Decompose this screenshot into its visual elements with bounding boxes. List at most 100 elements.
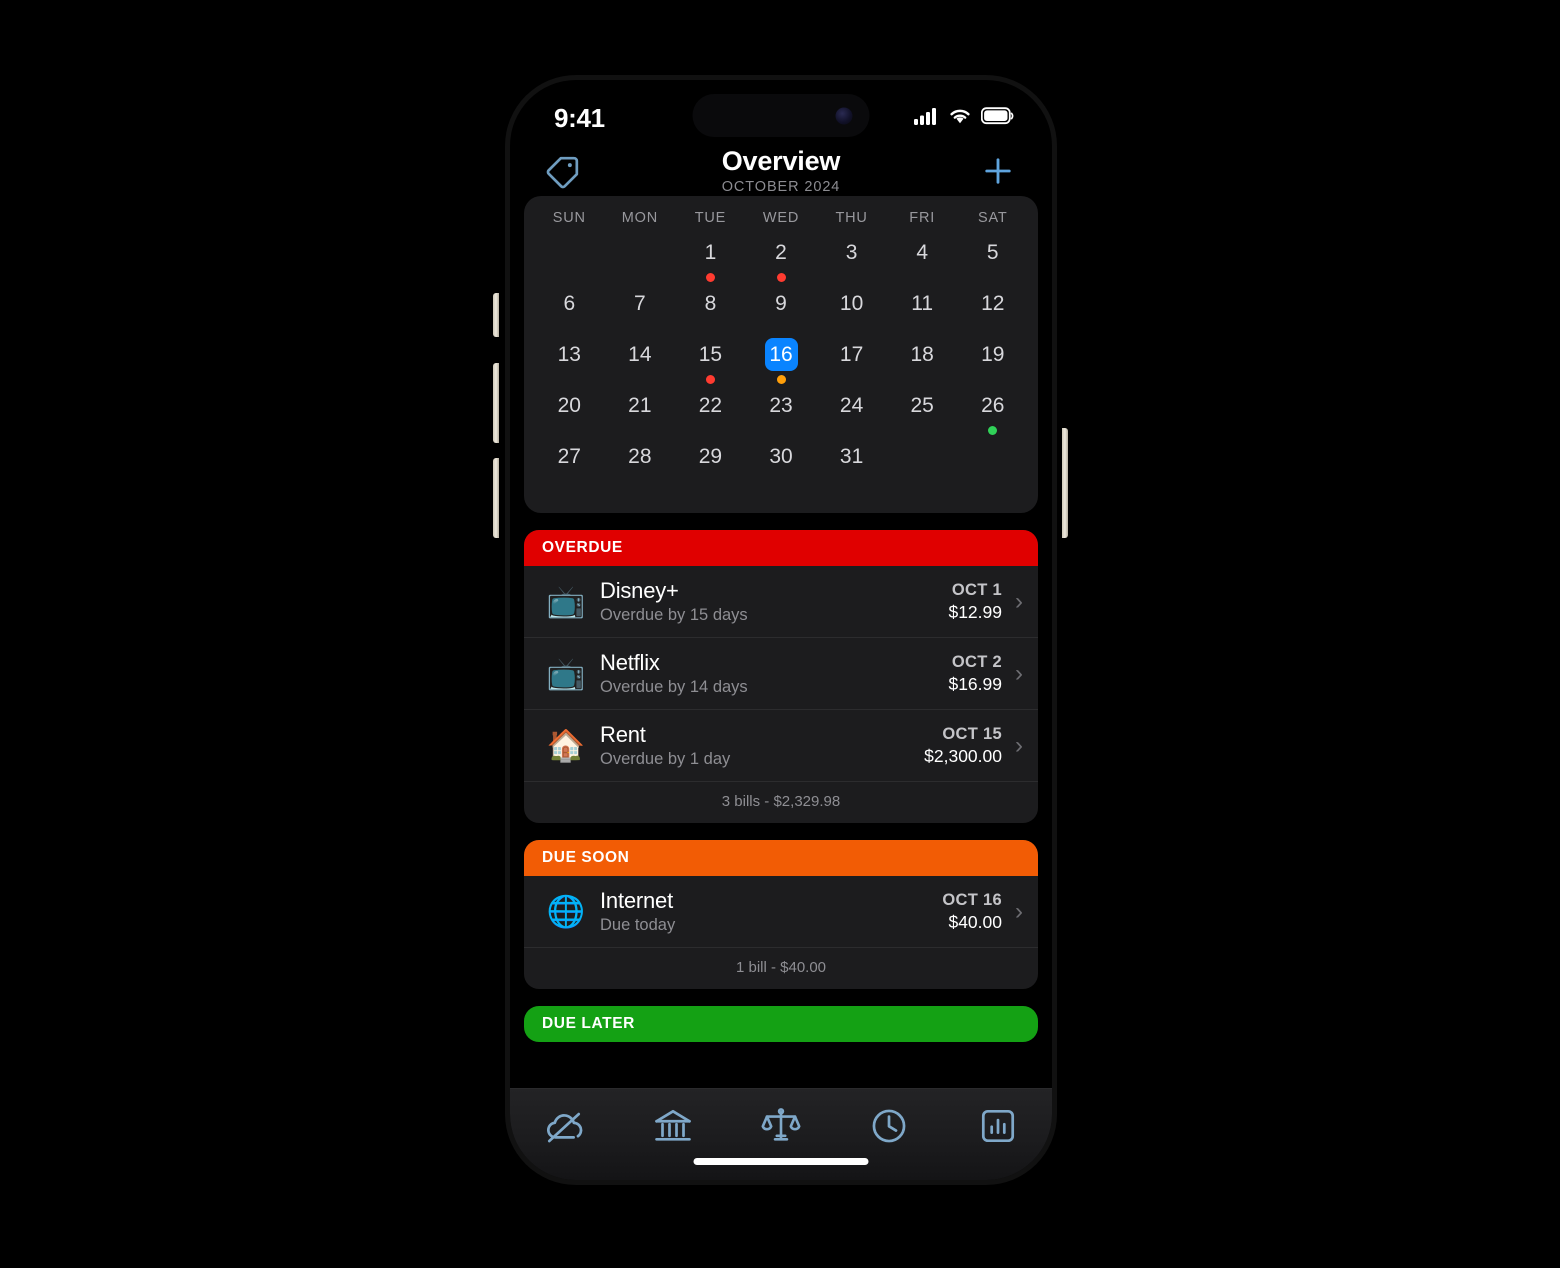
section-card: DUE SOON 🌐 Internet Due today OCT 16 $40.00 › 1…: [524, 840, 1038, 989]
tab-bank[interactable]: [630, 1105, 716, 1152]
calendar-day-5[interactable]: 5: [957, 236, 1028, 287]
section-summary: 1 bill - $40.00: [735, 959, 827, 976]
calendar-day-23[interactable]: 23: [746, 389, 817, 440]
bill-row[interactable]: 🌐 Internet Due today OCT 16 $40.00 ›: [524, 876, 1038, 948]
calendar-day-2[interactable]: 2: [746, 236, 817, 287]
calendar-day-20[interactable]: 20: [534, 389, 605, 440]
calendar-day-11[interactable]: 11: [887, 287, 958, 338]
chevron-right-icon: ›: [1015, 731, 1023, 759]
calendar-day-number: [623, 236, 656, 269]
home-indicator[interactable]: [693, 1158, 869, 1165]
calendar-day-18[interactable]: 18: [887, 338, 958, 389]
bill-row[interactable]: 📺 Netflix Overdue by 14 days OCT 2 $16.99 ›: [524, 638, 1038, 710]
calendar-day-8[interactable]: 8: [675, 287, 746, 338]
calendar-week-row: 13 14 15 16 17 18 19: [534, 338, 1028, 389]
calendar-card[interactable]: SUN MON TUE WED THU FRI SAT 1 2 3 4 5 6 7 8 9 10 1…: [524, 196, 1038, 513]
calendar-day-29[interactable]: 29: [675, 440, 746, 491]
calendar-day-15[interactable]: 15: [675, 338, 746, 389]
calendar-day-number: 15: [698, 343, 723, 366]
calendar-day-number: 29: [698, 445, 723, 468]
calendar-day-4[interactable]: 4: [887, 236, 958, 287]
calendar-day-number: [976, 440, 1009, 473]
section-header: DUE SOON: [524, 840, 1038, 876]
calendar-day-number: 28: [628, 445, 652, 468]
television-icon: 📺: [546, 584, 586, 619]
nav-title-block: Overview OCTOBER 2024: [590, 145, 972, 196]
calendar-day-13[interactable]: 13: [534, 338, 605, 389]
bill-status-text: Overdue by 15 days: [600, 606, 748, 624]
page-title: Overview: [721, 145, 841, 176]
wifi-icon: [948, 107, 972, 130]
bill-due-info: OCT 15 $2,300.00: [924, 725, 1002, 767]
tab-clock[interactable]: [846, 1105, 932, 1152]
calendar-day-30[interactable]: 30: [746, 440, 817, 491]
phone-screen: 9:41 Overview OCTOBER 2024 SUN MON TUE W…: [510, 80, 1052, 1180]
screenshot-canvas: 9:41 Overview OCTOBER 2024 SUN MON TUE W…: [0, 0, 1560, 1268]
scroll-content[interactable]: SUN MON TUE WED THU FRI SAT 1 2 3 4 5 6 7 8 9 10 1…: [510, 196, 1052, 1088]
section-card: OVERDUE 📺 Disney+ Overdue by 15 days OCT 1 $1…: [524, 530, 1038, 823]
bill-row[interactable]: 📺 Disney+ Overdue by 15 days OCT 1 $12.99 ›: [524, 566, 1038, 638]
calendar-day-26[interactable]: 26: [957, 389, 1028, 440]
calendar-day-24[interactable]: 24: [816, 389, 887, 440]
calendar-day-number: 14: [628, 343, 652, 366]
calendar-day-number: 6: [563, 292, 576, 315]
calendar-event-dot-green: [988, 426, 998, 435]
calendar-day-number: 12: [981, 292, 1005, 315]
calendar-day-number: 4: [916, 241, 929, 264]
bill-due-info: OCT 2 $16.99: [948, 653, 1002, 695]
calendar-day-21[interactable]: 21: [605, 389, 676, 440]
chevron-right-icon: ›: [1015, 897, 1023, 925]
calendar-event-dot-orange: [776, 375, 786, 384]
calendar-day-9[interactable]: 9: [746, 287, 817, 338]
tab-chart[interactable]: [955, 1105, 1041, 1152]
calendar-day-25[interactable]: 25: [887, 389, 958, 440]
chevron-right-icon: ›: [1015, 587, 1023, 615]
calendar-day-number: 13: [557, 343, 581, 366]
calendar-day-22[interactable]: 22: [675, 389, 746, 440]
calendar-day-number: 2: [775, 241, 787, 264]
weekday-label: WED: [762, 210, 800, 226]
calendar-day-number: 10: [839, 292, 864, 315]
calendar-day-6[interactable]: 6: [534, 287, 605, 338]
calendar-day-12[interactable]: 12: [957, 287, 1028, 338]
calendar-day-1[interactable]: 1: [675, 236, 746, 287]
page-subtitle: OCTOBER 2024: [721, 179, 841, 196]
television-icon: 📺: [546, 656, 586, 691]
weekday-label: THU: [835, 210, 868, 226]
calendar-day-number: 19: [981, 343, 1005, 366]
calendar-day-27[interactable]: 27: [534, 440, 605, 491]
calendar-weekday-header: SUN MON TUE WED THU FRI SAT: [534, 210, 1028, 236]
tab-scales[interactable]: [738, 1105, 824, 1152]
bill-due-info: OCT 16 $40.00: [942, 891, 1002, 933]
calendar-day-17[interactable]: 17: [816, 338, 887, 389]
calendar-day-7[interactable]: 7: [605, 287, 676, 338]
calendar-day-10[interactable]: 10: [816, 287, 887, 338]
bill-info: Rent Overdue by 1 day: [600, 722, 924, 769]
tab-cloud-slash[interactable]: [521, 1105, 607, 1152]
calendar-day-31[interactable]: 31: [816, 440, 887, 491]
calendar-day-28[interactable]: 28: [605, 440, 676, 491]
calendar-grid: 1 2 3 4 5 6 7 8 9 10 11 12 13 14 15 16 17 18 19 20 21 22 23 24 2…: [534, 236, 1028, 491]
calendar-week-row: 27 28 29 30 31: [534, 440, 1028, 491]
bill-due-date: OCT 2: [951, 652, 1002, 671]
clock-icon: [868, 1105, 910, 1152]
weekday-label: SUN: [552, 210, 586, 226]
calendar-week-row: 6 7 8 9 10 11 12: [534, 287, 1028, 338]
calendar-day-number: 21: [628, 394, 652, 417]
calendar-day-19[interactable]: 19: [957, 338, 1028, 389]
bill-amount: $2,300.00: [924, 745, 1002, 766]
tab-bar: [510, 1088, 1052, 1180]
calendar-day-number: 9: [775, 292, 787, 315]
tag-icon[interactable]: [538, 152, 590, 190]
chart-icon: [977, 1105, 1019, 1152]
plus-icon[interactable]: [972, 153, 1024, 189]
bill-row[interactable]: 🏠 Rent Overdue by 1 day OCT 15 $2,300.00 ›: [524, 710, 1038, 782]
calendar-day-number: 3: [845, 241, 858, 264]
scales-icon: [760, 1105, 802, 1152]
calendar-day-16[interactable]: 16: [746, 338, 817, 389]
calendar-day-14[interactable]: 14: [605, 338, 676, 389]
calendar-day-3[interactable]: 3: [816, 236, 887, 287]
bill-name: Disney+: [600, 578, 679, 603]
status-time: 9:41: [554, 102, 605, 133]
navigation-bar: Overview OCTOBER 2024: [510, 142, 1052, 200]
